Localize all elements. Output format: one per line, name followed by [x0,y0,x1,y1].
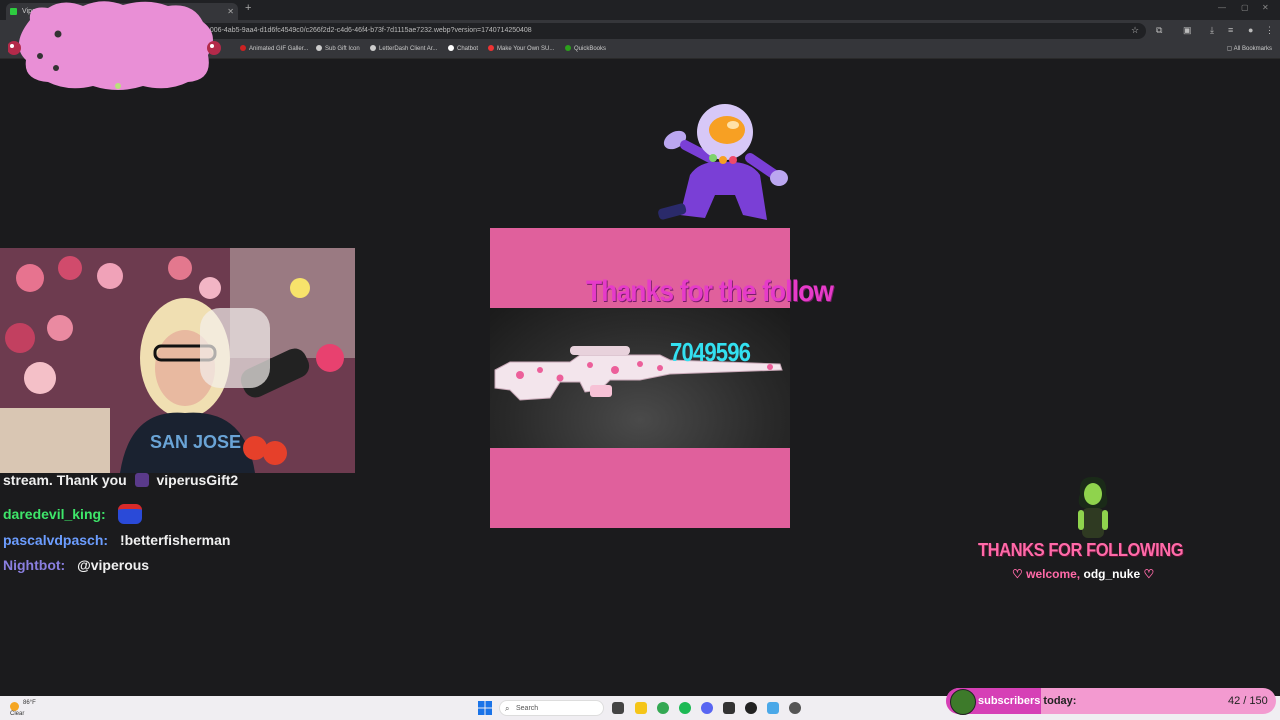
chat-username: Nightbot: [3,557,66,573]
chat-message: stream. Thank you [3,472,127,488]
download-icon[interactable]: ⤓ [1210,25,1214,36]
heart-icon: ♡ [1143,567,1155,581]
emote-icon [117,504,142,524]
bookmark-1[interactable]: Animated GIF Galler... [240,45,308,52]
chat-username: daredevil_king: [3,506,106,522]
weather-sun-icon [10,702,19,711]
menu-icon[interactable]: ⋮ [1265,25,1274,36]
star-icon[interactable]: ☆ [1131,25,1139,36]
all-bookmarks[interactable]: ▢ All Bookmarks [1227,45,1272,52]
chat-message: @viperous [77,557,150,573]
chat-line: Nightbot: @viperous [3,557,149,573]
weather-widget[interactable]: 86°F Clear [10,700,36,718]
new-tab-icon[interactable]: + [245,2,251,14]
webcam-feed: SAN JOSE [0,248,355,473]
search-placeholder: Search [516,705,539,712]
weather-temp: 86°F [23,700,36,706]
sub-goal-count: 42 / 150 [1228,695,1268,707]
maximize-icon[interactable]: ▢ [1241,3,1249,12]
svg-text:SAN JOSE: SAN JOSE [150,432,241,452]
webcam-scene: SAN JOSE [0,248,355,473]
chat-line: pascalvdpasch: !betterfisherman [3,532,230,548]
bookmark-2[interactable]: Sub Gift Icon [316,45,360,52]
spotify-icon[interactable] [679,702,691,714]
pink-cloud-overlay [8,1,221,91]
follower-welcome: ♡ welcome, odg_nuke ♡ [1012,567,1154,581]
url-bar[interactable]: b006-4ab5-9aa4-d1d6fc4549c0/c266f2d2-c4d… [196,23,1146,39]
bookmark-5[interactable]: Make Your Own SU... [488,45,554,52]
weather-desc: Clear [10,711,25,717]
minimize-icon[interactable]: — [1218,3,1226,12]
chat-line: stream. Thank you viperusGift2 [3,472,238,488]
bookmark-3[interactable]: LetterDash Client Ar... [370,45,437,52]
taskbar-search[interactable]: ⌕ Search [499,700,604,716]
app-icon-2[interactable] [789,702,801,714]
sub-goal-avatar-icon [950,689,976,715]
discord-icon[interactable] [701,702,713,714]
search-icon: ⌕ [505,704,510,713]
tab-close-icon[interactable]: ✕ [227,3,234,20]
chat-username: pascalvdpasch: [3,532,109,548]
url-text: b006-4ab5-9aa4-d1d6fc4549c0/c266f2d2-c4d… [206,27,532,34]
follower-name: odg_nuke [1083,567,1141,581]
alert-number: 7049596 [670,337,751,367]
alert-panel-bottom [490,448,790,528]
chat-line: daredevil_king: [3,504,142,524]
app-icon[interactable] [767,702,779,714]
chat-emote-text: viperusGift2 [156,472,239,488]
media-icon[interactable]: ≡ [1228,25,1233,35]
file-explorer-icon[interactable] [635,702,647,714]
windows-start-icon[interactable] [478,701,492,715]
sidepanel-icon[interactable]: ▣ [1183,25,1192,36]
alert-title: Thanks for the follow [586,275,834,308]
heart-icon: ♡ [1012,567,1023,581]
profile-icon[interactable]: ● [1248,25,1253,35]
chrome-icon[interactable] [657,702,669,714]
gift-emote-icon [134,473,149,487]
bookmark-6[interactable]: QuickBooks [565,45,606,52]
obs-icon[interactable] [745,702,757,714]
follower-character-icon [1078,476,1108,538]
follower-title: THANKS FOR FOLLOWING [978,540,1184,560]
sub-goal-label: subscribers today: [978,695,1077,707]
close-window-icon[interactable]: ✕ [1262,3,1269,12]
terminal-icon[interactable] [723,702,735,714]
chat-message: !betterfisherman [119,532,231,548]
extensions-icon[interactable]: ⧉ [1156,25,1162,36]
welcome-text: welcome, [1026,567,1081,581]
bookmark-4[interactable]: Chatbot [448,45,478,52]
task-view-icon[interactable] [612,702,624,714]
